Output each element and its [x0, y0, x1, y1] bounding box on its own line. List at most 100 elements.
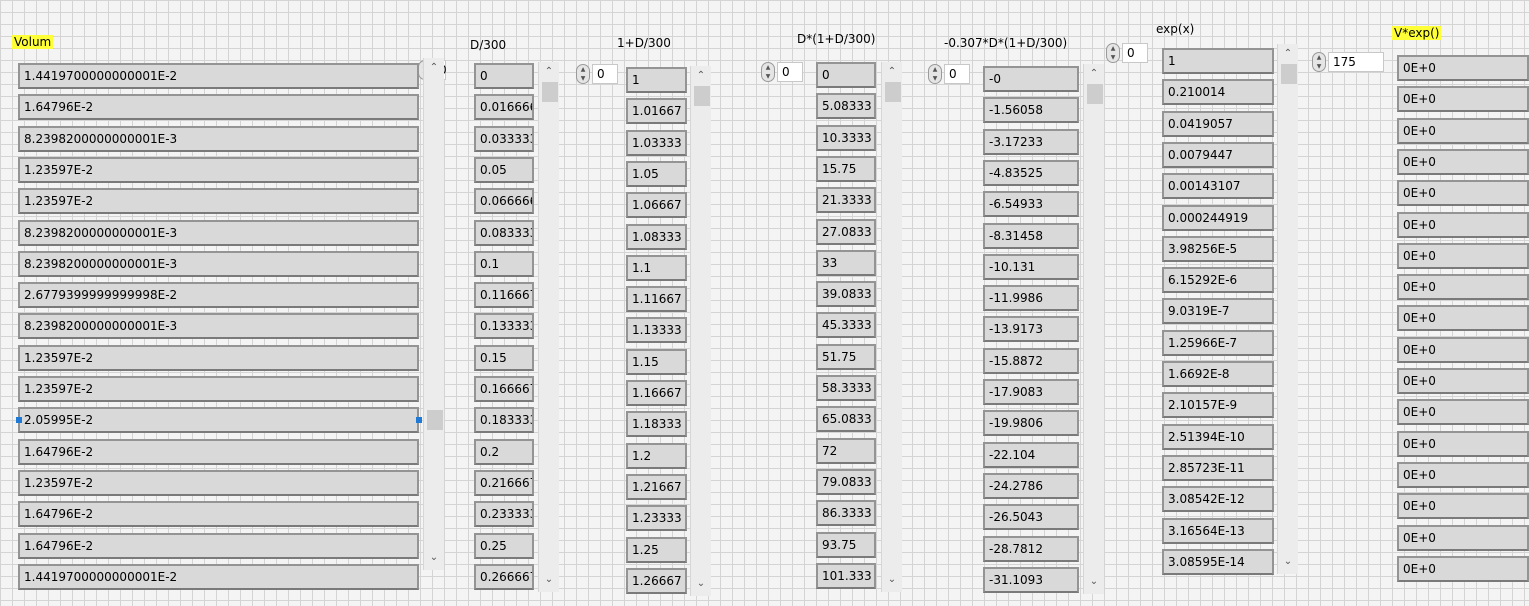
array-element[interactable]: 3.08542E-12	[1162, 486, 1274, 513]
array-element[interactable]: -15.8872	[983, 347, 1079, 374]
array-element[interactable]: 33	[816, 249, 876, 276]
array-element[interactable]: 6.15292E-6	[1162, 267, 1274, 294]
array-element[interactable]: 1.23597E-2	[18, 376, 419, 402]
array-element[interactable]: 1.08333	[626, 223, 687, 250]
array-index-field[interactable]: 0	[592, 64, 618, 84]
array-element[interactable]: 101.333	[816, 562, 876, 589]
array-element[interactable]: 0.210014	[1162, 79, 1274, 106]
array-element[interactable]: 1.21667	[626, 473, 687, 500]
array-element[interactable]: 0E+0	[1397, 117, 1529, 144]
array-element[interactable]: -17.9083	[983, 379, 1079, 405]
array-element[interactable]: -31.1093	[983, 566, 1079, 593]
array-element[interactable]: -11.9986	[983, 285, 1079, 312]
array-index-field[interactable]: 175	[1328, 52, 1384, 72]
array-element[interactable]: -1.56058	[983, 97, 1079, 124]
chevron-down-icon[interactable]: ⌄	[691, 576, 711, 592]
array-element[interactable]: 2.10157E-9	[1162, 392, 1274, 419]
array-element[interactable]: 0.083333	[474, 219, 534, 246]
array-element[interactable]: 0.0419057	[1162, 110, 1274, 137]
array-element[interactable]: 0E+0	[1397, 55, 1529, 81]
array-element[interactable]: 0E+0	[1397, 493, 1529, 520]
array-element[interactable]: -24.2786	[983, 472, 1079, 499]
array-element[interactable]: 1.26667	[626, 567, 687, 594]
array-element[interactable]: 0.000244919	[1162, 204, 1274, 231]
array-element[interactable]: 0.1	[474, 250, 534, 277]
array-element[interactable]: 15.75	[816, 155, 876, 182]
vertical-scrollbar[interactable]: ⌃ ⌄	[1277, 44, 1298, 574]
array-element[interactable]: -19.9806	[983, 410, 1079, 437]
array-element[interactable]: 1.25966E-7	[1162, 329, 1274, 356]
array-element[interactable]: 0E+0	[1397, 211, 1529, 238]
array-element[interactable]: 1.4419700000000001E-2	[18, 563, 419, 590]
array-element[interactable]: 3.16564E-13	[1162, 517, 1274, 544]
array-element[interactable]: 0E+0	[1397, 430, 1529, 457]
array-element[interactable]: 86.3333	[816, 500, 876, 527]
array-element[interactable]: 1.23597E-2	[18, 156, 419, 183]
scrollbar-thumb[interactable]	[542, 82, 558, 102]
array-element[interactable]: 1.23333	[626, 505, 687, 532]
array-element[interactable]: 1.4419700000000001E-2	[18, 63, 419, 89]
array-element[interactable]: 1.16667	[626, 380, 687, 406]
array-element[interactable]: -0	[983, 66, 1079, 92]
array-element[interactable]: 0E+0	[1397, 86, 1529, 113]
array-element[interactable]: 1.25	[626, 536, 687, 563]
array-element[interactable]: 0.116667	[474, 282, 534, 309]
scrollbar-thumb[interactable]	[1087, 84, 1103, 104]
array-element[interactable]: 0E+0	[1397, 461, 1529, 488]
array-element[interactable]: 0.216667	[474, 469, 534, 496]
array-element[interactable]: 0E+0	[1397, 336, 1529, 363]
array-element[interactable]: 1.18333	[626, 411, 687, 438]
array-element[interactable]: 45.3333	[816, 312, 876, 339]
array-element[interactable]: 58.3333	[816, 375, 876, 401]
array-element[interactable]: 0E+0	[1397, 180, 1529, 207]
chevron-up-icon[interactable]: ⌃	[1278, 46, 1298, 62]
scrollbar-thumb[interactable]	[885, 82, 901, 102]
index-spinner-icon[interactable]: ▲▼	[1312, 52, 1326, 72]
scrollbar-thumb[interactable]	[427, 410, 443, 430]
chevron-down-icon[interactable]: ⌄	[882, 572, 902, 588]
array-element[interactable]: 0E+0	[1397, 368, 1529, 394]
array-element[interactable]: 1.23597E-2	[18, 188, 419, 215]
array-element[interactable]: 0.0079447	[1162, 141, 1274, 168]
array-element[interactable]: 39.0833	[816, 281, 876, 308]
vertical-scrollbar[interactable]: ⌃ ⌄	[423, 58, 444, 570]
array-element[interactable]: 8.2398200000000001E-3	[18, 250, 419, 277]
index-spinner-icon[interactable]: ▲▼	[1106, 43, 1120, 63]
array-element[interactable]: 1.23597E-2	[18, 344, 419, 371]
array-element[interactable]: -13.9173	[983, 316, 1079, 343]
array-element[interactable]: 1.01667	[626, 98, 687, 125]
array-element[interactable]: 72	[816, 437, 876, 464]
array-element[interactable]: 1.13333	[626, 317, 687, 344]
array-element[interactable]: 2.51394E-10	[1162, 423, 1274, 450]
array-element[interactable]: 93.75	[816, 531, 876, 558]
vertical-scrollbar[interactable]: ⌃ ⌄	[538, 62, 559, 592]
array-index-field[interactable]: 0	[944, 64, 970, 84]
chevron-down-icon[interactable]: ⌄	[424, 550, 444, 566]
chevron-up-icon[interactable]: ⌃	[691, 68, 711, 84]
array-index-field[interactable]: 0	[1122, 43, 1148, 63]
array-element[interactable]: 0.15	[474, 344, 534, 371]
array-element[interactable]: 0E+0	[1397, 399, 1529, 426]
selection-handle[interactable]	[16, 417, 22, 423]
array-index-field[interactable]: 0	[777, 62, 803, 82]
chevron-up-icon[interactable]: ⌃	[424, 60, 444, 76]
array-element[interactable]: 8.2398200000000001E-3	[18, 313, 419, 340]
index-spinner-icon[interactable]: ▲▼	[761, 62, 775, 82]
array-element[interactable]: 0E+0	[1397, 274, 1529, 301]
array-element[interactable]: 27.0833	[816, 218, 876, 245]
chevron-up-icon[interactable]: ⌃	[1084, 66, 1104, 82]
array-element[interactable]: 51.75	[816, 343, 876, 370]
array-element[interactable]: 0E+0	[1397, 148, 1529, 175]
array-element[interactable]: 1.05	[626, 160, 687, 187]
array-element[interactable]: -6.54933	[983, 191, 1079, 218]
array-element[interactable]: -4.83525	[983, 159, 1079, 186]
array-element[interactable]: -22.104	[983, 441, 1079, 468]
array-element[interactable]: 0.233333	[474, 501, 534, 528]
array-element[interactable]: 0.00143107	[1162, 173, 1274, 200]
array-element[interactable]: 0.033333	[474, 125, 534, 152]
index-spinner-icon[interactable]: ▲▼	[928, 64, 942, 84]
array-element[interactable]: 1.11667	[626, 286, 687, 313]
array-element[interactable]: 0E+0	[1397, 524, 1529, 551]
array-element[interactable]: 0	[474, 63, 534, 89]
array-element[interactable]: 0.05	[474, 156, 534, 183]
